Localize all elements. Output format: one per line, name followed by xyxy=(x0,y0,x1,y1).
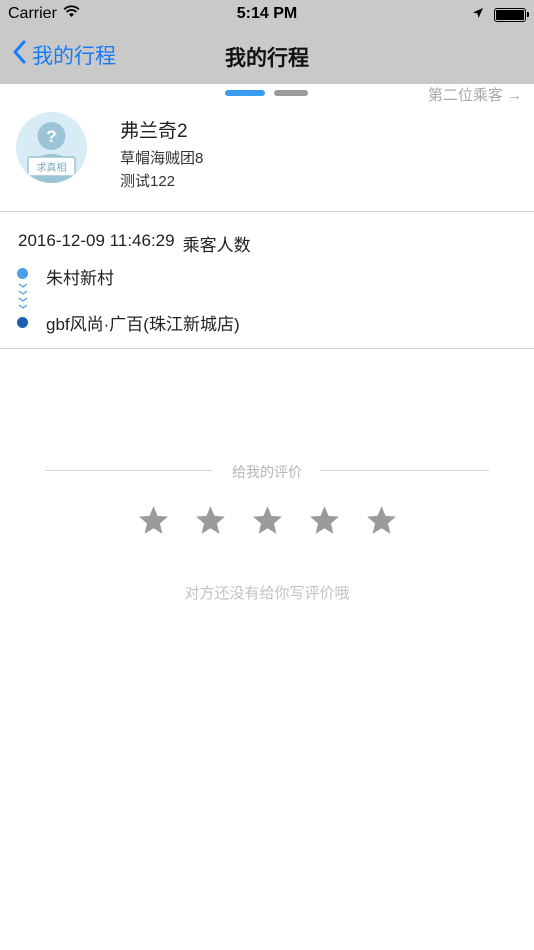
route-chevrons-icon xyxy=(18,283,28,309)
top-bar: Carrier 5:14 PM 我的行程 我的行程 xyxy=(0,0,534,84)
passenger-note: 测试122 xyxy=(120,173,176,190)
passenger-name: 弗兰奇2 xyxy=(120,121,188,142)
back-button[interactable]: 我的行程 xyxy=(12,40,116,70)
start-point-icon xyxy=(17,268,28,279)
trip-header: 2016-12-09 11:46:29 乘客人数 xyxy=(18,231,251,256)
page-dot-inactive[interactable] xyxy=(274,90,308,96)
star-rating xyxy=(0,504,534,537)
passenger-count-label: 乘客人数 xyxy=(182,236,251,255)
page-dot-active[interactable] xyxy=(225,90,265,96)
divider-right xyxy=(320,470,489,471)
rating-label: 给我的评价 xyxy=(232,464,302,480)
status-right xyxy=(472,6,529,24)
star-icon[interactable] xyxy=(251,504,284,537)
navigation-bar: 我的行程 我的行程 xyxy=(0,28,534,84)
passenger-card: ? 求真相 弗兰奇2 草帽海贼团8 测试122 xyxy=(0,104,534,212)
chevron-left-icon xyxy=(12,40,26,70)
empty-review-message: 对方还没有给你写评价哦 xyxy=(184,585,350,602)
star-icon[interactable] xyxy=(137,504,170,537)
end-point-icon xyxy=(17,317,28,328)
status-time: 5:14 PM xyxy=(236,5,298,22)
star-icon[interactable] xyxy=(365,504,398,537)
location-arrow-icon xyxy=(472,6,484,24)
route-start: 朱村新村 xyxy=(46,269,114,288)
star-icon[interactable] xyxy=(308,504,341,537)
avatar[interactable]: ? 求真相 xyxy=(16,112,87,183)
trip-info: 2016-12-09 11:46:29 乘客人数 朱村新村 gbf风尚·广百(珠… xyxy=(0,213,534,349)
back-label: 我的行程 xyxy=(32,45,116,68)
rating-section: 给我的评价 对方还没有给你写评价哦 xyxy=(0,450,534,610)
avatar-placeholder-icon: ? 求真相 xyxy=(27,122,76,183)
star-icon[interactable] xyxy=(194,504,227,537)
battery-icon xyxy=(494,8,529,22)
trip-datetime: 2016-12-09 11:46:29 xyxy=(18,231,175,250)
next-passenger-link[interactable]: 第二位乘客 → xyxy=(428,84,522,105)
avatar-sign-text: 求真相 xyxy=(37,161,67,174)
route-end: gbf风尚·广百(珠江新城店) xyxy=(46,315,240,334)
passenger-team: 草帽海贼团8 xyxy=(120,150,204,167)
status-bar: Carrier 5:14 PM xyxy=(0,0,534,28)
svg-text:?: ? xyxy=(46,127,56,146)
